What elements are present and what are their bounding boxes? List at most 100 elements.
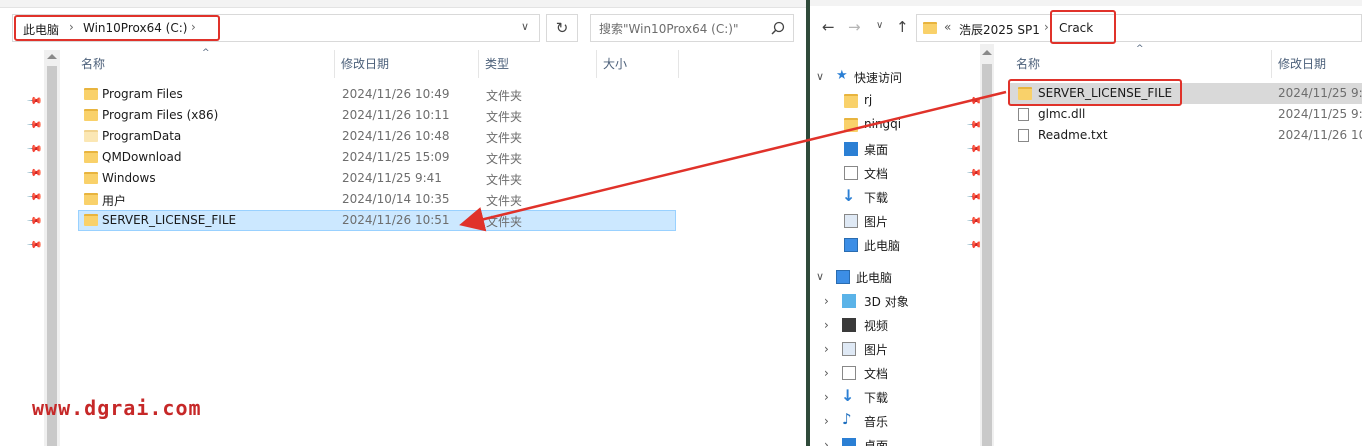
- column-header-size[interactable]: 大小: [597, 50, 679, 78]
- nav-item-pictures[interactable]: 图片: [830, 210, 970, 232]
- nav-this-pc[interactable]: ∨ 此电脑: [816, 266, 976, 288]
- file-type: 文件夹: [486, 215, 523, 229]
- column-header-date[interactable]: 修改日期: [335, 50, 479, 78]
- nav-item-downloads[interactable]: ↓ 下载: [830, 186, 970, 208]
- chevron-right-icon[interactable]: ›: [824, 342, 829, 356]
- overflow-chevrons-icon[interactable]: «: [944, 20, 951, 34]
- nav-item-3d-objects[interactable]: › 3D 对象: [824, 290, 974, 312]
- folder-icon: [84, 88, 98, 100]
- chevron-right-icon[interactable]: ›: [824, 294, 829, 308]
- column-header-date[interactable]: 修改日期: [1272, 50, 1362, 78]
- file-date: 2024/11/25 9:4: [1278, 86, 1362, 100]
- column-header-name[interactable]: 名称: [75, 50, 335, 78]
- file-row[interactable]: 用户 2024/10/14 10:35 文件夹: [78, 189, 676, 210]
- file-row[interactable]: Windows 2024/11/25 9:41 文件夹: [78, 168, 676, 189]
- cube-icon: [842, 294, 856, 308]
- nav-item-pictures-pc[interactable]: › 图片: [824, 338, 974, 360]
- nav-item-rj[interactable]: rj: [830, 90, 970, 112]
- chevron-right-icon[interactable]: ›: [824, 414, 829, 428]
- file-date: 2024/11/26 10:49: [342, 87, 450, 101]
- file-name: 用户: [102, 194, 127, 208]
- download-arrow-icon: ↓: [841, 386, 855, 405]
- file-date: 2024/11/25 15:09: [342, 150, 450, 164]
- hidden-folder-icon: [84, 130, 98, 142]
- nav-item-music[interactable]: › ♪ 音乐: [824, 410, 974, 432]
- nav-label: 下载: [864, 191, 889, 205]
- file-type: 文件夹: [486, 194, 523, 208]
- chevron-right-icon[interactable]: ›: [824, 366, 829, 380]
- picture-icon: [844, 214, 858, 228]
- breadcrumb-haochen[interactable]: 浩辰2025 SP1: [959, 21, 1040, 38]
- nav-item-documents-pc[interactable]: › 文档: [824, 362, 974, 384]
- chevron-right-icon[interactable]: ›: [824, 318, 829, 332]
- up-arrow-icon[interactable]: ↑: [896, 18, 909, 36]
- file-type: 文件夹: [486, 173, 523, 187]
- file-date: 2024/11/26 10:48: [342, 129, 450, 143]
- nav-label: 此电脑: [864, 239, 901, 253]
- left-search-box[interactable]: [590, 14, 794, 42]
- nav-label: 文档: [864, 367, 889, 381]
- file-name: glmc.dll: [1038, 107, 1086, 121]
- nav-label: 快速访问: [854, 71, 903, 85]
- nav-item-videos[interactable]: › 视频: [824, 314, 974, 336]
- file-row[interactable]: Program Files (x86) 2024/11/26 10:11 文件夹: [78, 105, 676, 126]
- folder-icon: [84, 193, 98, 205]
- crack-highlight-box: [1050, 10, 1116, 44]
- file-name: ProgramData: [102, 129, 182, 143]
- nav-label: rj: [864, 93, 873, 107]
- column-header-name[interactable]: 名称: [1010, 50, 1272, 78]
- folder-icon: [844, 94, 858, 108]
- folder-icon: [923, 22, 937, 34]
- file-date: 2024/11/25 9:5: [1278, 107, 1362, 121]
- chevron-right-icon[interactable]: ›: [1044, 20, 1049, 34]
- nav-item-desktop-pc[interactable]: › 桌面: [824, 434, 974, 446]
- left-nav-scrollbar[interactable]: [44, 50, 60, 446]
- star-icon: ★: [836, 68, 848, 83]
- chevron-down-icon[interactable]: ∨: [521, 20, 529, 33]
- file-name: QMDownload: [102, 150, 182, 164]
- recent-locations-chevron-icon[interactable]: ∨: [876, 20, 883, 31]
- left-explorer-window: 此电脑 › Win10Prox64 (C:) › ∨ ↻ 📌 📌 📌 📌 📌 📌…: [0, 0, 806, 446]
- nav-item-ningqi[interactable]: ningqi: [830, 114, 970, 136]
- file-row[interactable]: glmc.dll 2024/11/25 9:5: [1008, 104, 1362, 125]
- nav-item-desktop[interactable]: 桌面: [830, 138, 970, 160]
- file-date: 2024/11/26 10: [1278, 128, 1362, 142]
- column-header-label: 修改日期: [1278, 57, 1327, 71]
- nav-quick-access[interactable]: ∨ ★ 快速访问: [816, 66, 976, 88]
- nav-label: 桌面: [864, 143, 889, 157]
- search-input[interactable]: [599, 20, 769, 38]
- nav-item-this-pc-pinned[interactable]: 此电脑: [830, 234, 970, 256]
- column-header-type[interactable]: 类型: [479, 50, 597, 78]
- file-row[interactable]: Readme.txt 2024/11/26 10: [1008, 125, 1362, 146]
- chevron-down-icon[interactable]: ∨: [816, 70, 824, 83]
- refresh-button[interactable]: ↻: [546, 14, 578, 42]
- chevron-right-icon[interactable]: ›: [824, 390, 829, 404]
- chevron-right-icon[interactable]: ›: [824, 438, 829, 446]
- scroll-thumb[interactable]: [982, 64, 992, 446]
- chevron-down-icon[interactable]: ∨: [816, 270, 824, 283]
- file-row[interactable]: ProgramData 2024/11/26 10:48 文件夹: [78, 126, 676, 147]
- scroll-thumb[interactable]: [47, 66, 57, 446]
- file-date: 2024/10/14 10:35: [342, 192, 450, 206]
- nav-label: 此电脑: [856, 271, 893, 285]
- nav-label: 文档: [864, 167, 889, 181]
- right-address-bar[interactable]: « 浩辰2025 SP1 › Crack: [916, 14, 1362, 42]
- right-nav-scrollbar[interactable]: [980, 44, 994, 446]
- document-icon: [842, 366, 856, 380]
- file-type: 文件夹: [486, 131, 523, 145]
- forward-arrow-icon[interactable]: →: [848, 18, 861, 36]
- back-arrow-icon[interactable]: ←: [822, 18, 835, 36]
- file-row-selected[interactable]: SERVER_LICENSE_FILE 2024/11/26 10:51 文件夹: [78, 210, 676, 231]
- file-date: 2024/11/26 10:51: [342, 213, 450, 227]
- search-icon[interactable]: [771, 21, 785, 35]
- file-name: Readme.txt: [1038, 128, 1108, 142]
- file-name: Program Files: [102, 87, 183, 101]
- file-row[interactable]: Program Files 2024/11/26 10:49 文件夹: [78, 84, 676, 105]
- file-row[interactable]: QMDownload 2024/11/25 15:09 文件夹: [78, 147, 676, 168]
- scroll-up-arrow-icon[interactable]: [982, 50, 992, 55]
- download-arrow-icon: ↓: [842, 186, 856, 205]
- music-note-icon: ♪: [842, 410, 852, 428]
- nav-item-downloads-pc[interactable]: › ↓ 下载: [824, 386, 974, 408]
- scroll-up-arrow-icon[interactable]: [47, 54, 57, 59]
- nav-item-documents[interactable]: 文档: [830, 162, 970, 184]
